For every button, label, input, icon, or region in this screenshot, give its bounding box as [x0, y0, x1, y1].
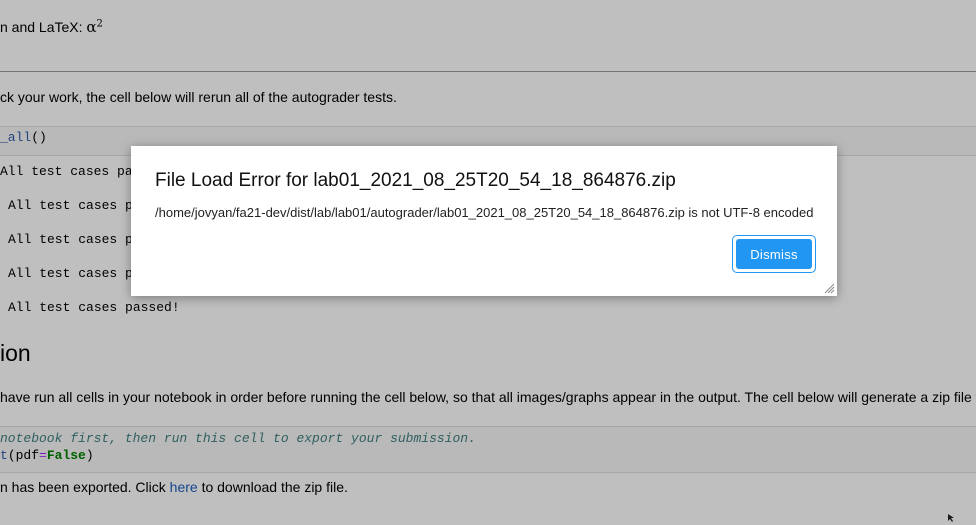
dialog-title: File Load Error for lab01_2021_08_25T20_…	[155, 170, 676, 191]
file-load-error-dialog: File Load Error for lab01_2021_08_25T20_…	[131, 146, 837, 296]
dismiss-button[interactable]: Dismiss	[736, 239, 812, 269]
notebook-page: n and LaTeX: α2 ck your work, the cell b…	[0, 0, 976, 525]
dismiss-focus-ring: Dismiss	[732, 235, 816, 273]
resize-handle-icon[interactable]	[823, 282, 835, 294]
dialog-message: /home/jovyan/fa21-dev/dist/lab/lab01/aut…	[155, 205, 814, 220]
